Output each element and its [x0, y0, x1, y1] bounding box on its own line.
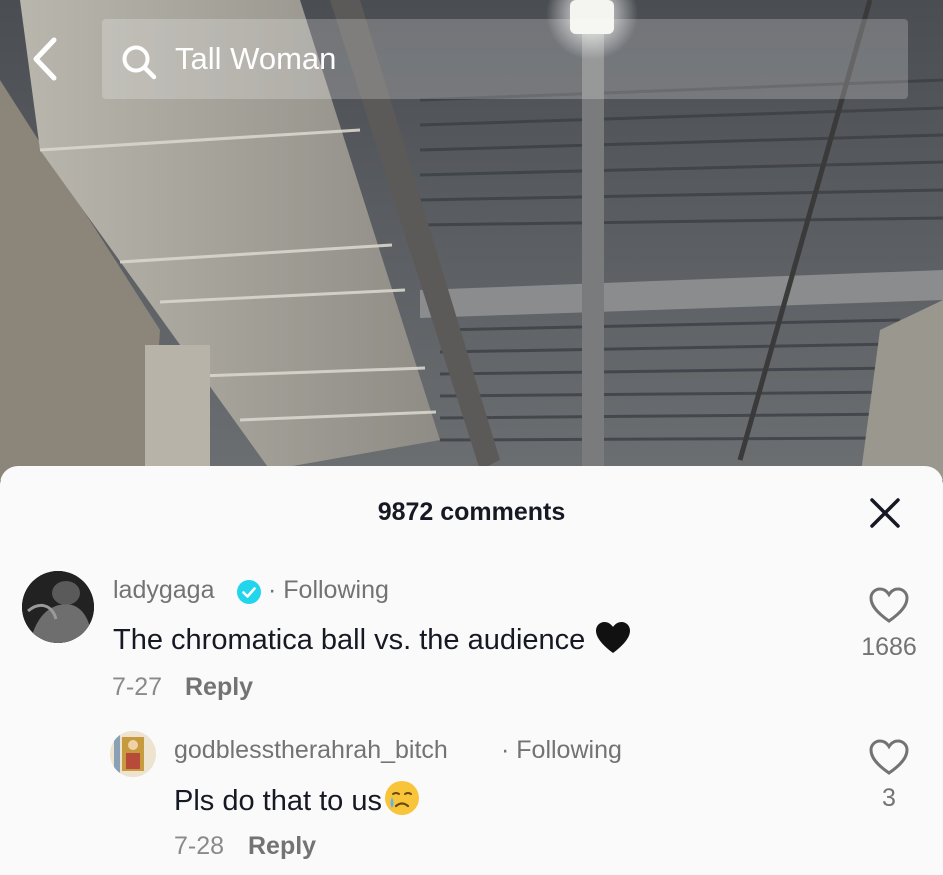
comment-date: 7-27	[112, 673, 163, 701]
face-holding-back-tears-emoji-icon	[384, 781, 419, 815]
follow-status: · Following	[501, 736, 622, 764]
comment-username[interactable]: ladygaga	[113, 575, 214, 605]
search-query: Tall Woman	[175, 41, 337, 76]
reply-button[interactable]: Reply	[248, 831, 316, 861]
like-count: 1686	[861, 633, 917, 661]
avatar-photo	[22, 571, 94, 643]
back-button[interactable]	[28, 34, 68, 84]
avatar[interactable]	[110, 731, 156, 777]
comment-body: Pls do that to us	[174, 785, 382, 817]
comments-count-title: 9872 comments	[377, 498, 566, 526]
heart-outline-icon[interactable]	[868, 738, 910, 776]
close-icon	[870, 498, 900, 528]
comment-body: The chromatica ball vs. the audience	[113, 624, 586, 656]
avatar-photo	[110, 731, 156, 777]
avatar[interactable]	[22, 571, 94, 643]
follow-status: · Following	[268, 576, 389, 604]
like-count: 3	[882, 784, 896, 812]
search-icon	[122, 45, 157, 80]
heart-outline-icon[interactable]	[868, 586, 910, 624]
search-bar[interactable]: Tall Woman	[102, 19, 908, 99]
verified-badge-icon	[237, 580, 261, 604]
comments-panel: 9872 comments ladygaga · Following The c…	[0, 466, 943, 875]
black-heart-emoji-icon	[596, 622, 631, 653]
comment-date: 7-28	[174, 832, 225, 860]
comment-text: Pls do that to us	[174, 780, 420, 819]
comment-text: The chromatica ball vs. the audience	[113, 621, 631, 658]
reply-button[interactable]: Reply	[185, 672, 253, 702]
comment-username[interactable]: godblesstherahrah_bitch	[174, 735, 448, 765]
chevron-left-icon	[33, 37, 57, 81]
close-comments-button[interactable]	[866, 494, 904, 532]
